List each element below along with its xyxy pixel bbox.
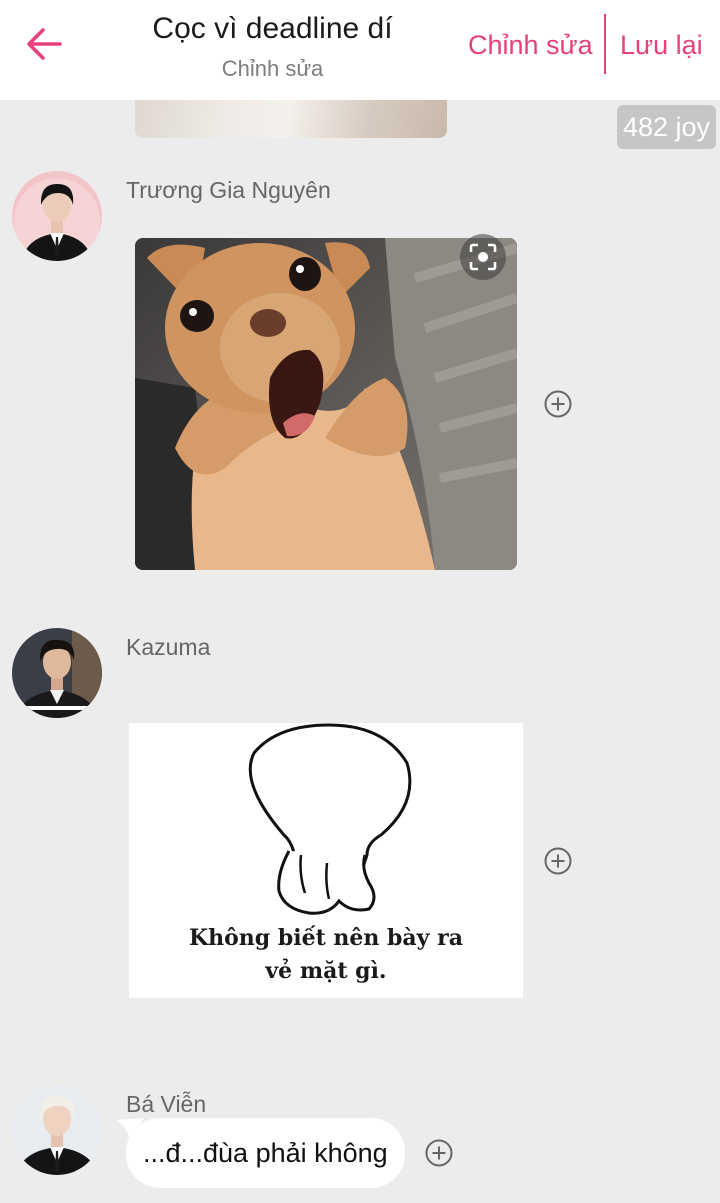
plus-circle-icon — [544, 390, 572, 418]
image-caption-line: Không biết nên bày ra — [189, 925, 463, 951]
avatar[interactable] — [12, 1085, 102, 1175]
chat-title: Cọc vì deadline dí — [152, 12, 393, 45]
avatar-image — [12, 1085, 102, 1175]
add-reaction-button[interactable] — [543, 389, 573, 419]
add-reaction-button[interactable] — [543, 846, 573, 876]
image-message[interactable] — [135, 238, 517, 570]
scan-icon — [469, 243, 497, 271]
image-message[interactable]: Không biết nên bày ra vẻ mặt gì. — [129, 723, 523, 998]
scan-button[interactable] — [460, 234, 506, 280]
plus-circle-icon — [544, 847, 572, 875]
blob-character-image — [248, 723, 412, 915]
plus-circle-icon — [425, 1139, 453, 1167]
avatar-image — [12, 628, 102, 718]
edit-button[interactable]: Chỉnh sửa — [468, 30, 593, 61]
text-message-bubble[interactable]: ...đ...đùa phải không — [126, 1118, 405, 1188]
avatar[interactable] — [12, 171, 102, 261]
save-button[interactable]: Lưu lại — [620, 30, 703, 61]
surprised-chihuahua-image — [135, 238, 517, 570]
add-reaction-button[interactable] — [424, 1138, 454, 1168]
app-header: Cọc vì deadline dí Chỉnh sửa Chỉnh sửa L… — [0, 0, 720, 100]
image-caption-line: vẻ mặt gì. — [265, 958, 387, 984]
chat-screen: 482 joy Cọc vì deadline dí Chỉnh sửa Chỉ… — [0, 0, 720, 1203]
sender-name: Kazuma — [126, 634, 211, 660]
chat-subtitle: Chỉnh sửa — [221, 56, 324, 81]
sender-name: Trương Gia Nguyên — [126, 177, 331, 203]
avatar-image — [12, 171, 102, 261]
joy-count-badge: 482 joy — [617, 105, 716, 149]
avatar[interactable] — [12, 628, 102, 718]
sender-name: Bá Viễn — [126, 1091, 207, 1117]
header-divider — [604, 14, 606, 74]
